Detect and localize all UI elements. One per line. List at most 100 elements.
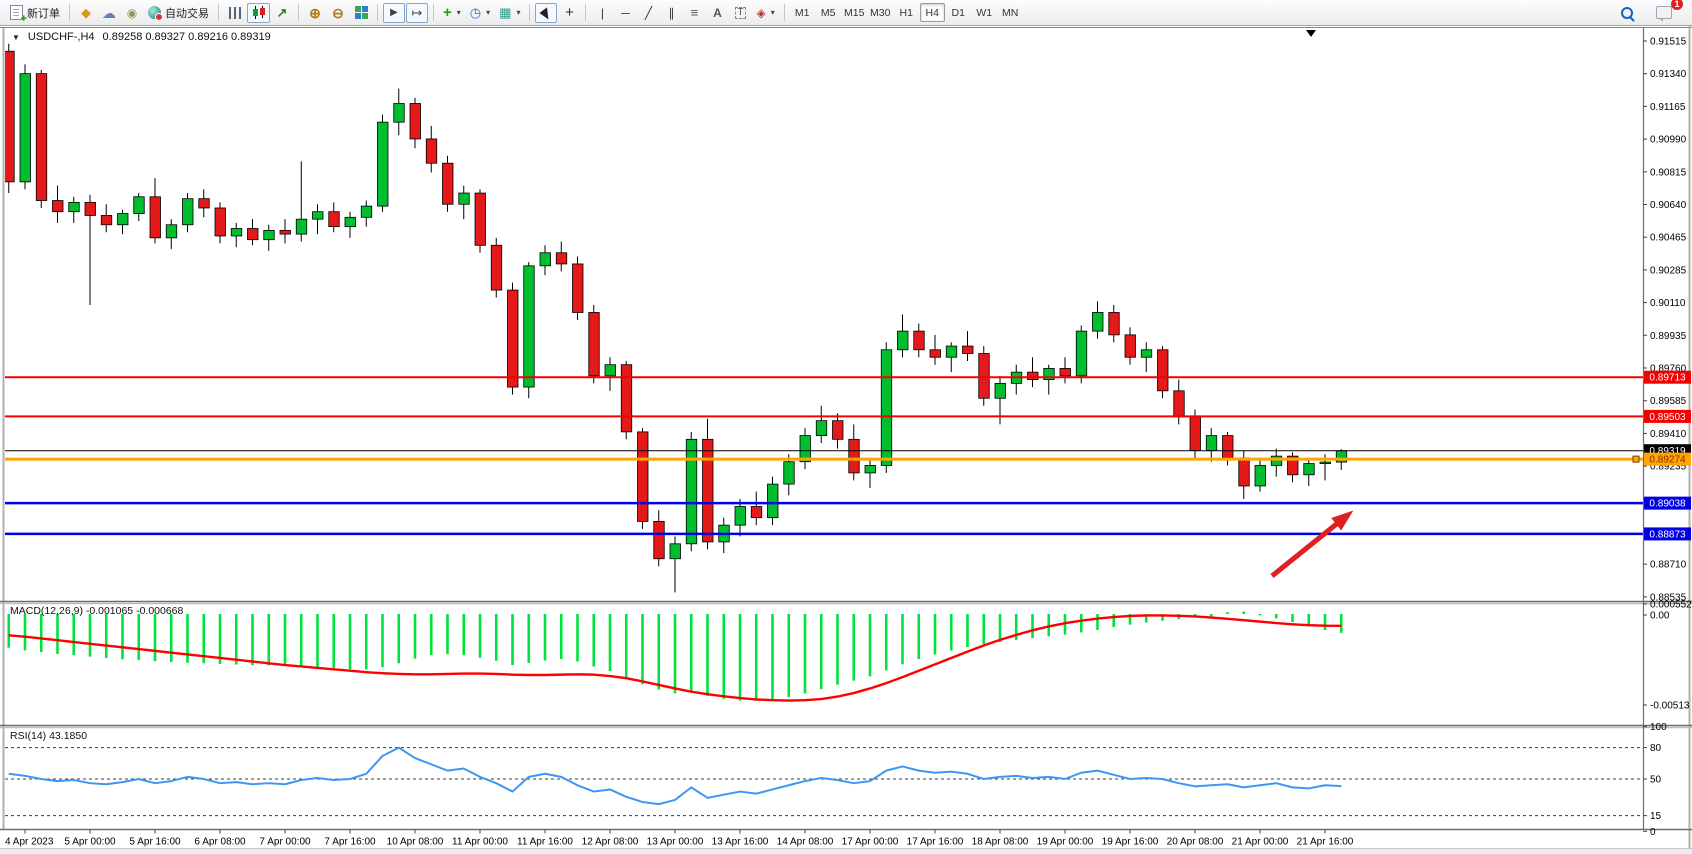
candle[interactable] (199, 199, 210, 208)
candle[interactable] (313, 212, 324, 219)
candle[interactable] (166, 225, 177, 238)
candle[interactable] (69, 202, 80, 211)
candle[interactable] (605, 365, 616, 376)
candle[interactable] (183, 199, 194, 225)
candle[interactable] (459, 193, 470, 204)
timeframe-d1-button[interactable]: D1 (946, 3, 971, 22)
line-chart-button[interactable]: ↗ (271, 3, 293, 23)
candle[interactable] (345, 217, 356, 226)
candle[interactable] (1223, 436, 1234, 458)
candle[interactable] (264, 230, 275, 239)
timeframe-m1-button[interactable]: M1 (790, 3, 815, 22)
candle[interactable] (361, 206, 372, 217)
candle[interactable] (573, 264, 584, 313)
entry-price-line-handle[interactable] (1633, 456, 1639, 462)
horizontal-line-button[interactable]: ─ (614, 3, 636, 23)
periods-button[interactable]: ◷▾ (466, 3, 494, 23)
candle[interactable] (1190, 417, 1201, 451)
zoom-in-button[interactable]: ⊕ (304, 3, 326, 23)
timeframe-m15-button[interactable]: M15 (842, 3, 867, 22)
label-button[interactable]: T (729, 3, 751, 23)
candle[interactable] (1076, 331, 1087, 376)
search-button[interactable] (1616, 3, 1638, 23)
candle[interactable] (865, 465, 876, 472)
crosshair-button[interactable]: + (558, 3, 580, 23)
vertical-line-button[interactable]: | (591, 3, 613, 23)
signals-button[interactable]: ◉ (121, 3, 143, 23)
candle[interactable] (670, 544, 681, 559)
channel-button[interactable]: ∥ (660, 3, 682, 23)
candle[interactable] (1174, 391, 1185, 417)
candle[interactable] (36, 74, 47, 201)
candle[interactable] (4, 51, 15, 182)
candle[interactable] (1125, 335, 1136, 357)
candle[interactable] (849, 439, 860, 473)
candle[interactable] (979, 354, 990, 399)
trendline-button[interactable]: ╱ (637, 3, 659, 23)
cursor-button[interactable] (535, 3, 557, 23)
candle[interactable] (930, 350, 941, 357)
candle[interactable] (1158, 350, 1169, 391)
candle[interactable] (491, 245, 502, 290)
candle[interactable] (118, 214, 129, 225)
candle[interactable] (134, 197, 145, 214)
candle[interactable] (296, 219, 307, 234)
bar-chart-button[interactable] (224, 3, 246, 23)
candle[interactable] (816, 421, 827, 436)
candle[interactable] (1093, 312, 1104, 331)
publish-button[interactable]: ☁ (98, 3, 120, 23)
candle[interactable] (248, 229, 259, 240)
candle-chart-button[interactable] (247, 3, 270, 23)
candle[interactable] (20, 74, 31, 182)
candle[interactable] (914, 331, 925, 350)
symbol-dropdown-icon[interactable]: ▼ (12, 33, 20, 42)
candle[interactable] (231, 229, 242, 236)
candle[interactable] (686, 439, 697, 543)
candle[interactable] (53, 201, 64, 212)
candle[interactable] (443, 163, 454, 204)
candle[interactable] (556, 253, 567, 264)
candle[interactable] (524, 266, 535, 387)
candle[interactable] (426, 139, 437, 163)
candle[interactable] (751, 506, 762, 517)
candle[interactable] (768, 484, 779, 518)
candle[interactable] (1239, 458, 1250, 486)
candle[interactable] (540, 253, 551, 266)
candle[interactable] (995, 383, 1006, 398)
candle[interactable] (1206, 436, 1217, 451)
zoom-out-button[interactable]: ⊖ (327, 3, 349, 23)
candle[interactable] (589, 312, 600, 375)
candle[interactable] (1141, 350, 1152, 357)
candle[interactable] (898, 331, 909, 350)
candle[interactable] (280, 230, 291, 234)
candle[interactable] (621, 365, 632, 432)
candle[interactable] (475, 193, 486, 245)
candle[interactable] (215, 208, 226, 236)
candle[interactable] (1271, 456, 1282, 465)
candle[interactable] (101, 215, 112, 224)
timeframe-mn-button[interactable]: MN (998, 3, 1023, 22)
candle[interactable] (1028, 372, 1039, 379)
new-order-button[interactable]: 新订单 (6, 3, 64, 23)
candle[interactable] (784, 462, 795, 484)
candle[interactable] (654, 521, 665, 558)
chart-shift-button[interactable]: ↦ (406, 3, 428, 23)
candle[interactable] (394, 104, 405, 123)
candle[interactable] (329, 212, 340, 227)
candle[interactable] (1255, 465, 1266, 486)
auto-scroll-button[interactable]: ▶ (383, 3, 405, 23)
arrows-button[interactable]: ◈▾ (752, 3, 778, 23)
timeframe-m5-button[interactable]: M5 (816, 3, 841, 22)
chart-wizard-button[interactable]: ◆ (75, 3, 97, 23)
candle[interactable] (1304, 464, 1315, 475)
fibonacci-button[interactable]: ≡ (683, 3, 705, 23)
candle[interactable] (703, 439, 714, 542)
chart-area[interactable]: MACD(12,26,9) -0.001065 -0.000668RSI(14)… (0, 26, 1692, 854)
candle[interactable] (1109, 312, 1120, 334)
candle[interactable] (1320, 462, 1331, 463)
candle[interactable] (946, 346, 957, 357)
candle[interactable] (1060, 368, 1071, 375)
candle[interactable] (833, 421, 844, 440)
chart-canvas[interactable]: MACD(12,26,9) -0.001065 -0.000668RSI(14)… (0, 26, 1692, 854)
candle[interactable] (378, 122, 389, 206)
